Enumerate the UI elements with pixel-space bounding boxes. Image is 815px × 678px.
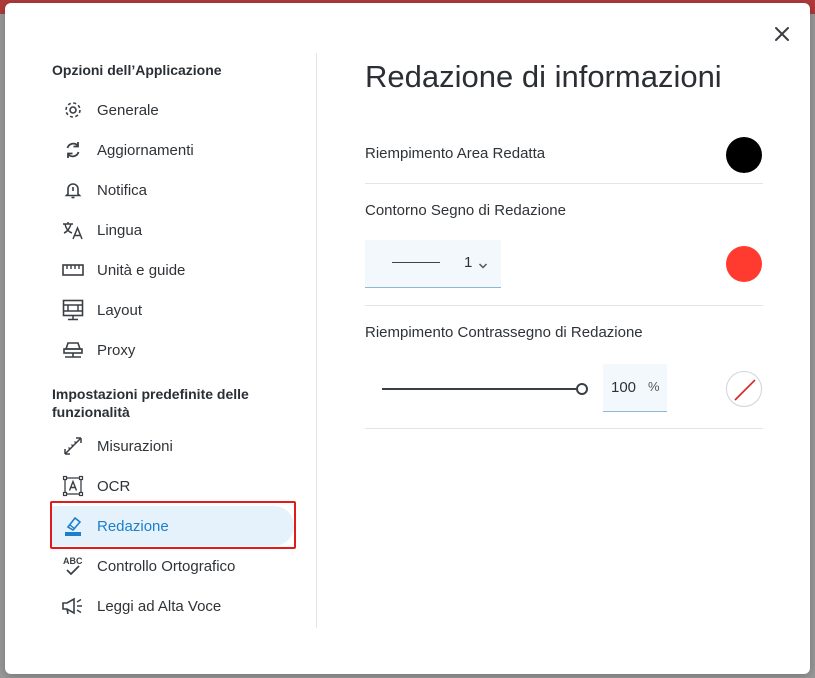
ocr-icon	[54, 466, 92, 506]
translate-icon	[54, 210, 92, 250]
gear-icon	[54, 90, 92, 130]
ruler-icon	[54, 250, 92, 290]
opacity-value: 100	[611, 379, 637, 396]
opacity-slider-thumb[interactable]	[576, 383, 588, 395]
sidebar-item-label: Lingua	[97, 221, 143, 239]
mark-fill-label: Riempimento Contrassegno di Redazione	[365, 324, 643, 341]
sidebar-item-label: Leggi ad Alta Voce	[97, 597, 222, 615]
redaction-settings-panel: Redazione di informazioni Riempimento Ar…	[365, 3, 763, 674]
sidebar-item-label: Controllo Ortografico	[97, 557, 236, 575]
sidebar-item-aggiornamenti[interactable]: Aggiornamenti	[52, 130, 294, 170]
sidebar-item-label: Notifica	[97, 181, 148, 199]
no-color-icon	[734, 379, 756, 401]
feature-defaults-heading-line2: funzionalità	[52, 404, 130, 420]
sidebar-item-label: Redazione	[97, 517, 169, 535]
opacity-unit: %	[648, 379, 660, 394]
settings-dialog: Opzioni dell’Applicazione Generale Aggio…	[5, 3, 810, 674]
opacity-slider-track[interactable]	[382, 388, 582, 390]
spellcheck-icon: ABC	[54, 546, 92, 586]
refresh-icon	[54, 130, 92, 170]
sidebar-item-unita-e-guide[interactable]: Unità e guide	[52, 250, 294, 290]
sidebar-item-lingua[interactable]: Lingua	[52, 210, 294, 250]
sidebar-item-label: Unità e guide	[97, 261, 186, 279]
sidebar-item-label: OCR	[97, 477, 131, 495]
sidebar-divider	[316, 53, 317, 628]
feature-defaults-heading-line1: Impostazioni predefinite delle	[52, 386, 249, 402]
row-divider	[365, 428, 763, 429]
sidebar-item-notifica[interactable]: Notifica	[52, 170, 294, 210]
opacity-input[interactable]: 100 %	[603, 364, 667, 412]
row-divider	[365, 305, 763, 306]
outline-color-swatch[interactable]	[726, 246, 762, 282]
settings-sidebar: Opzioni dell’Applicazione Generale Aggio…	[5, 3, 317, 674]
layout-icon	[54, 290, 92, 330]
sidebar-item-label: Aggiornamenti	[97, 141, 194, 159]
sidebar-item-proxy[interactable]: Proxy	[52, 330, 294, 370]
outline-label: Contorno Segno di Redazione	[365, 202, 566, 219]
sidebar-item-layout[interactable]: Layout	[52, 290, 294, 330]
sidebar-item-misurazioni[interactable]: Misurazioni	[52, 426, 294, 466]
outline-width-dropdown[interactable]: 1	[365, 240, 501, 288]
fill-area-color-swatch[interactable]	[726, 137, 762, 173]
close-icon	[775, 27, 789, 41]
sidebar-item-controllo-ortografico[interactable]: ABC Controllo Ortografico	[52, 546, 294, 586]
line-style-preview	[392, 262, 440, 263]
mark-fill-color-swatch[interactable]	[726, 371, 762, 407]
chevron-down-icon	[478, 257, 488, 275]
sidebar-item-ocr[interactable]: OCR	[52, 466, 294, 506]
row-divider	[365, 183, 763, 184]
feature-defaults-heading: Impostazioni predefinite delle funzional…	[52, 385, 249, 421]
outline-width-value: 1	[464, 254, 473, 271]
sidebar-item-label: Layout	[97, 301, 143, 319]
sidebar-item-leggi-ad-alta-voce[interactable]: Leggi ad Alta Voce	[52, 586, 294, 626]
bell-icon	[54, 170, 92, 210]
sidebar-item-label: Misurazioni	[97, 437, 173, 455]
sidebar-item-label: Proxy	[97, 341, 136, 359]
sidebar-item-redazione[interactable]: Redazione	[52, 506, 294, 546]
read-aloud-icon	[54, 586, 92, 626]
redact-icon	[54, 506, 92, 546]
fill-area-label: Riempimento Area Redatta	[365, 145, 546, 162]
sidebar-item-generale[interactable]: Generale	[52, 90, 294, 130]
measure-icon	[54, 426, 92, 466]
page-title: Redazione di informazioni	[365, 59, 722, 94]
svg-text:ABC: ABC	[63, 556, 83, 566]
app-options-heading: Opzioni dell’Applicazione	[52, 62, 222, 78]
proxy-icon	[54, 330, 92, 370]
close-button[interactable]	[769, 21, 795, 47]
sidebar-item-label: Generale	[97, 101, 159, 119]
